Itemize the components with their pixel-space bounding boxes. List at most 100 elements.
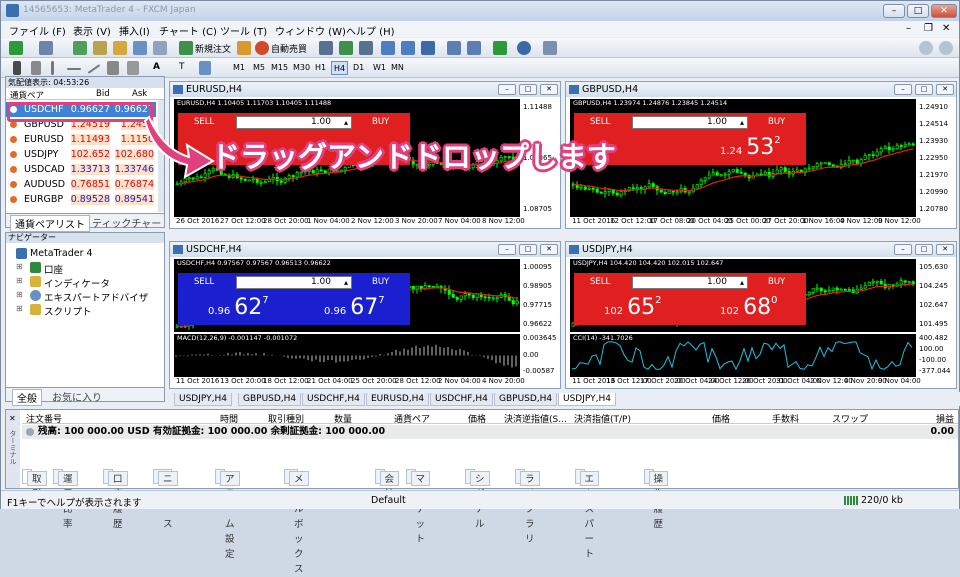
mdi-restore-icon[interactable]: ❐ <box>924 23 933 34</box>
menu-help[interactable]: ヘルプ (H) <box>346 23 395 38</box>
expand-icon[interactable]: ⊞ <box>16 276 23 285</box>
terminal-tab[interactable]: メールボックス8 <box>284 469 309 575</box>
terminal-tab[interactable]: 口座履歴 <box>103 469 128 530</box>
expand-icon[interactable]: ⊞ <box>16 290 23 299</box>
chart-title-bar[interactable]: EURUSD,H4 – □ ✕ <box>170 82 560 97</box>
chart-minimize-button[interactable]: – <box>498 244 516 255</box>
chart-tab[interactable]: USDCHF,H4 <box>302 393 365 406</box>
label-tool-icon[interactable]: T <box>179 62 185 72</box>
mdi-minimize-icon[interactable]: – <box>906 23 911 34</box>
market-watch-row[interactable]: EURGBP 0.89528 0.89541 <box>6 192 156 207</box>
terminal-tab[interactable]: 取引 <box>22 469 47 500</box>
chart-tab[interactable]: USDJPY,H4 <box>174 393 232 406</box>
cci-axis[interactable]: 400.482 100.00 -100.00 -377.044 <box>917 334 953 377</box>
trendline-icon[interactable] <box>87 64 101 74</box>
market-watch-row[interactable]: AUDUSD 0.76851 0.76874 <box>6 177 156 192</box>
new-order-button[interactable]: 新規注文 <box>195 42 231 55</box>
horizontal-line-icon[interactable] <box>67 68 81 70</box>
terminal-column[interactable]: 通貨ペア <box>394 412 430 425</box>
chart-tab[interactable]: GBPUSD,H4 <box>238 393 302 406</box>
chart-tab[interactable]: EURUSD,H4 <box>366 393 430 406</box>
lot-stepper-icon[interactable]: ▴ <box>740 117 744 128</box>
nav-accounts[interactable]: 口座 <box>44 262 63 276</box>
navigator-icon[interactable] <box>113 41 127 55</box>
auto-trade-button[interactable]: 自動売買 <box>271 42 307 55</box>
terminal-column[interactable]: 取引種別 <box>268 412 304 425</box>
tab-favorites[interactable]: お気に入り <box>52 389 102 404</box>
col-ask[interactable]: Ask <box>132 89 147 99</box>
vertical-line-icon[interactable] <box>51 61 54 75</box>
menu-window[interactable]: ウィンドウ (W) <box>275 23 346 38</box>
lot-stepper-icon[interactable]: ▴ <box>344 117 348 128</box>
price-plot[interactable]: GBPUSD,H4 1.23974 1.24876 1.23845 1.2451… <box>570 99 916 217</box>
terminal-column[interactable]: 時間 <box>220 412 238 425</box>
terminal-column[interactable]: スワップ <box>832 412 868 425</box>
zoom-in-icon[interactable] <box>381 41 395 55</box>
fibonacci-icon[interactable] <box>127 61 139 75</box>
col-symbol[interactable]: 通貨ペア <box>10 89 44 101</box>
minimize-button[interactable]: – <box>883 4 905 18</box>
chart-window-usdjpy[interactable]: USDJPY,H4– □ ✕ USDJPY,H4 104.420 104.420 10… <box>565 241 957 389</box>
chart-minimize-button[interactable]: – <box>498 84 516 95</box>
expand-icon[interactable]: ⊞ <box>16 304 23 313</box>
price-axis[interactable]: 1.24910 1.24514 1.23930 1.22950 1.21970 1.209… <box>917 99 953 217</box>
line-chart-icon[interactable] <box>359 41 373 55</box>
timeframe-w1[interactable]: W1 <box>371 61 388 75</box>
terminal-column[interactable]: 価格 <box>712 412 730 425</box>
market-watch-row[interactable]: USDCAD 1.33713 1.33746 <box>6 162 156 177</box>
mdi-close-icon[interactable]: ✕ <box>942 23 950 34</box>
cursor-icon[interactable] <box>13 61 21 75</box>
market-watch-row[interactable]: USDJPY 102.652 102.680 <box>6 147 156 162</box>
chart-minimize-button[interactable]: – <box>894 244 912 255</box>
chat-icon[interactable] <box>919 41 933 55</box>
col-bid[interactable]: Bid <box>96 89 110 99</box>
auto-scroll-icon[interactable] <box>447 41 461 55</box>
terminal-tab[interactable]: ニュース99 <box>153 469 178 530</box>
chart-title-bar[interactable]: USDCHF,H4 – □ ✕ <box>170 242 560 257</box>
chart-shift-icon[interactable] <box>467 41 481 55</box>
macd-plot[interactable]: MACD(12,26,9) -0.001147 -0.001072 <box>174 334 520 377</box>
terminal-close-icon[interactable]: ✕ <box>9 414 16 423</box>
market-watch-icon[interactable] <box>73 41 87 55</box>
terminal-tab[interactable]: 運用比率 <box>53 469 78 530</box>
menu-file[interactable]: ファイル (F) <box>9 23 66 38</box>
tile-windows-icon[interactable] <box>421 41 435 55</box>
periods-icon[interactable] <box>517 41 531 55</box>
chart-window-gbpusd[interactable]: GBPUSD,H4 – □ ✕ GBPUSD,H4 1.23974 1.24876 1.… <box>565 81 957 229</box>
time-axis[interactable]: 11 Oct 2016 13 Oct 20:00 18 Oct 12:00 21 Oc… <box>174 377 525 387</box>
chart-maximize-button[interactable]: □ <box>519 84 537 95</box>
price-plot[interactable]: USDCHF,H4 0.97567 0.97567 0.96513 0.9662… <box>174 259 520 332</box>
price-axis[interactable]: 1.00095 0.98905 0.97715 0.96622 <box>521 259 557 332</box>
chart-tab[interactable]: GBPUSD,H4 <box>494 393 558 406</box>
terminal-tab[interactable]: 会社 <box>374 469 400 500</box>
close-button[interactable]: ✕ <box>931 4 957 18</box>
terminal-tab[interactable]: 操作履歴 <box>643 469 669 530</box>
nav-expert-advisors[interactable]: エキスパートアドバイザ <box>44 290 148 304</box>
timeframe-m15[interactable]: M15 <box>269 61 290 75</box>
maximize-button[interactable]: □ <box>907 4 929 18</box>
market-watch-row[interactable]: EURUSD 1.11493 1.1150 <box>6 132 156 147</box>
chart-close-button[interactable]: ✕ <box>540 244 558 255</box>
crosshair-icon[interactable] <box>31 61 41 75</box>
profiles-icon[interactable] <box>39 41 53 55</box>
bar-chart-icon[interactable] <box>319 41 333 55</box>
chart-maximize-button[interactable]: □ <box>915 84 933 95</box>
channel-icon[interactable] <box>107 61 119 75</box>
tab-symbols[interactable]: 通貨ペアリスト <box>10 215 90 232</box>
timeframe-h1[interactable]: H1 <box>313 61 328 75</box>
chart-tab[interactable]: USDJPY,H4 <box>558 393 616 406</box>
lot-stepper-icon[interactable]: ▴ <box>740 277 744 288</box>
expand-icon[interactable]: ⊞ <box>16 262 23 271</box>
community-icon[interactable] <box>939 41 953 55</box>
nav-indicators[interactable]: インディケータ <box>44 276 110 290</box>
lot-size-input[interactable]: 1.00 ▴ <box>236 116 352 129</box>
lot-size-input[interactable]: 1.00 ▴ <box>632 276 748 289</box>
price-axis[interactable]: 105.630 104.245 102.647 101.495 <box>917 259 953 332</box>
metaeditor-icon[interactable] <box>237 41 251 55</box>
timeframe-m30[interactable]: M30 <box>291 61 312 75</box>
timeframe-d1[interactable]: D1 <box>351 61 366 75</box>
terminal-tab[interactable]: ライブラリ <box>515 469 540 545</box>
chart-maximize-button[interactable]: □ <box>915 244 933 255</box>
terminal-column[interactable]: 数量 <box>334 412 352 425</box>
lot-size-input[interactable]: 1.00 ▴ <box>236 276 352 289</box>
